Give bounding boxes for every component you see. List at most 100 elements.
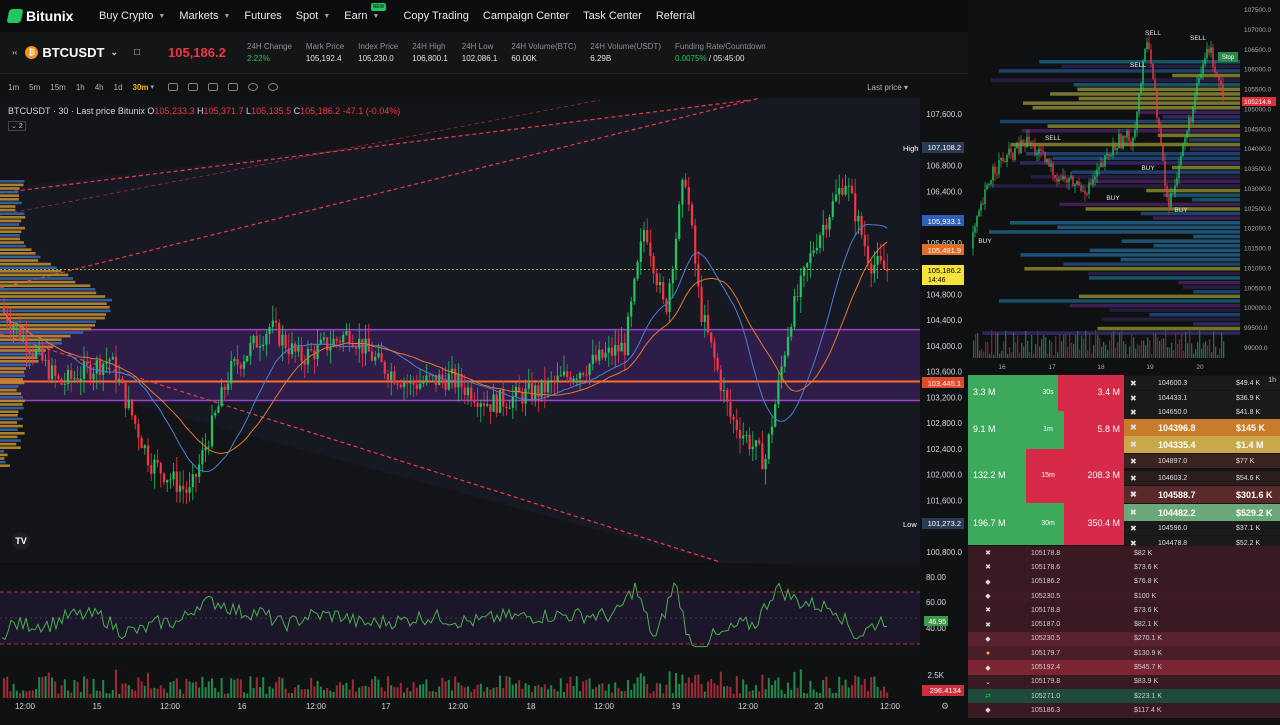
mini-candle-body xyxy=(1218,74,1219,80)
orderbook-row[interactable]: ✖ 104482.2 $529.2 K xyxy=(1124,504,1280,521)
candle-body xyxy=(803,267,805,275)
nav-item-futures[interactable]: Futures xyxy=(237,10,288,22)
stat-value-main: 2.22% xyxy=(247,54,270,63)
timeframe-1h[interactable]: 1h xyxy=(71,83,90,92)
ticker-stat: 24H High 106,800.1 xyxy=(412,42,448,63)
timeframe-chevron-icon[interactable]: ▾ xyxy=(151,83,155,91)
indicators-icon[interactable] xyxy=(188,83,198,91)
indicator-count-badge[interactable]: ⌄ 2 xyxy=(8,121,26,131)
nav-item-earn[interactable]: Earn ▼ NEW xyxy=(337,10,386,22)
candle-body xyxy=(576,379,578,380)
orderbook-row[interactable]: ✖ 104396.8 $145 K xyxy=(1124,419,1280,436)
nav-item-markets[interactable]: Markets ▼ xyxy=(172,10,237,22)
orderbook-row[interactable]: ✖ 104600.3 $49.4 K xyxy=(1124,376,1280,390)
trade-type-icon: ◆ xyxy=(968,635,1008,643)
orderbook-row[interactable]: ✖ 104650.0 $41.8 K xyxy=(1124,405,1280,419)
legend-change: -47.1 (-0.04%) xyxy=(343,106,401,116)
price-source-select[interactable]: Last price ▾ xyxy=(867,83,908,92)
candle-body xyxy=(166,480,168,482)
liquidity-band xyxy=(1098,327,1240,331)
mini-volume-bar xyxy=(1167,347,1168,358)
nav-item-label: Earn xyxy=(344,10,367,22)
main-chart[interactable]: 107,600.0 106,800.0 106,400.0 105,600.0 104,… xyxy=(0,98,968,720)
timeframe-1d[interactable]: 1d xyxy=(109,83,128,92)
volume-bar xyxy=(35,689,37,698)
volume-profile-bar xyxy=(0,428,18,431)
poc-tag-text: 103,445.1 xyxy=(928,379,961,388)
ticker-stat: 24H Volume(USDT) 6.29B xyxy=(590,42,661,63)
reset-icon[interactable] xyxy=(268,83,278,91)
volume-bar xyxy=(67,691,69,698)
candle-body xyxy=(736,420,738,430)
volume-profile-bar xyxy=(0,392,21,395)
nav-item-buy-crypto[interactable]: Buy Crypto ▼ xyxy=(92,10,172,22)
mini-candle-body xyxy=(1100,163,1101,167)
mini-date-tick: 17 xyxy=(1048,364,1056,371)
candle-body xyxy=(813,250,815,252)
timeframe-5m[interactable]: 5m xyxy=(24,83,45,92)
mini-candle-body xyxy=(1178,165,1179,178)
nav-item-referral[interactable]: Referral xyxy=(649,10,702,22)
orderbook-row[interactable]: ✖ 104603.2 $54.6 K xyxy=(1124,471,1280,485)
nav-item-task-center[interactable]: Task Center xyxy=(576,10,649,22)
timeframe-15m[interactable]: 15m xyxy=(45,83,71,92)
candle-body xyxy=(592,355,594,364)
volume-bar xyxy=(377,680,379,698)
nav-item-campaign-center[interactable]: Campaign Center xyxy=(476,10,576,22)
orderbook-row[interactable]: ✖ 104897.0 $77 K xyxy=(1124,454,1280,468)
liquidity-band xyxy=(1090,249,1240,253)
price-tick: 104,000.0 xyxy=(926,342,962,351)
mini-candle-body xyxy=(1130,141,1131,145)
candle-body xyxy=(115,357,117,382)
orderbook-timeframe[interactable]: 1h xyxy=(1268,377,1276,384)
volume-bar xyxy=(774,680,776,698)
liquidity-band xyxy=(1011,143,1240,147)
stat-value-main: 6.29B xyxy=(590,54,611,63)
mini-volume-bar xyxy=(1025,331,1026,358)
candle-body xyxy=(816,248,818,251)
volume-bar xyxy=(829,688,831,698)
nav-item-spot[interactable]: Spot ▼ xyxy=(289,10,338,22)
mini-volume-bar xyxy=(1219,348,1220,358)
candle-type-icon[interactable] xyxy=(168,83,178,91)
volume-profile-bar xyxy=(0,256,41,259)
candle-body xyxy=(630,301,632,316)
mini-volume-bar xyxy=(1223,341,1224,358)
mini-date-tick: 19 xyxy=(1146,364,1154,371)
chart-canvas[interactable]: 107,600.0106,800.0106,400.0105,600.0104,… xyxy=(0,98,968,720)
volume-bar xyxy=(64,679,66,698)
liquidity-band xyxy=(1190,147,1240,151)
liquidity-band xyxy=(1024,267,1240,271)
volume-bar xyxy=(886,693,888,698)
timeframe-4h[interactable]: 4h xyxy=(90,83,109,92)
time-tick: 20 xyxy=(815,702,824,711)
orderbook-row[interactable]: ✖ 104596.0 $37.1 K xyxy=(1124,521,1280,535)
draw-tool-icon[interactable] xyxy=(208,83,218,91)
collapse-icon[interactable]: ›‹ xyxy=(12,48,17,57)
mini-price-tick: 102000.0 xyxy=(1244,226,1271,233)
orderbook-row[interactable]: ✖ 104433.1 $36.9 K xyxy=(1124,391,1280,405)
favorite-icon[interactable]: □ xyxy=(134,47,140,58)
orderbook-row[interactable]: ✖ 104335.4 $1.4 M xyxy=(1124,436,1280,453)
brand-logo[interactable]: Bitunix xyxy=(0,8,92,24)
volume-profile-bar xyxy=(0,198,19,201)
mini-candle-body xyxy=(1078,181,1079,185)
layout-icon[interactable] xyxy=(228,83,238,91)
candle-body xyxy=(745,435,747,436)
mini-volume-bar xyxy=(1175,332,1176,358)
symbol-selector[interactable]: ›‹ ₿ BTCUSDT ⌄ □ xyxy=(0,45,168,60)
volume-bar xyxy=(390,685,392,698)
candle-body xyxy=(470,387,472,400)
orderbook-row[interactable]: ✖ 104588.7 $301.6 K xyxy=(1124,486,1280,503)
chevron-down-icon[interactable]: ⌄ xyxy=(110,47,118,58)
nav-item-copy-trading[interactable]: Copy Trading xyxy=(396,10,475,22)
candle-body xyxy=(259,346,261,347)
candle-body xyxy=(256,336,258,348)
settings-icon[interactable] xyxy=(248,83,258,91)
candle-body xyxy=(851,186,853,194)
timeframe-1m[interactable]: 1m xyxy=(3,83,24,92)
candle-body xyxy=(374,357,376,361)
tradingview-logo-icon[interactable]: TV xyxy=(12,532,30,550)
liquidity-band xyxy=(1172,166,1240,170)
candle-body xyxy=(153,460,155,474)
